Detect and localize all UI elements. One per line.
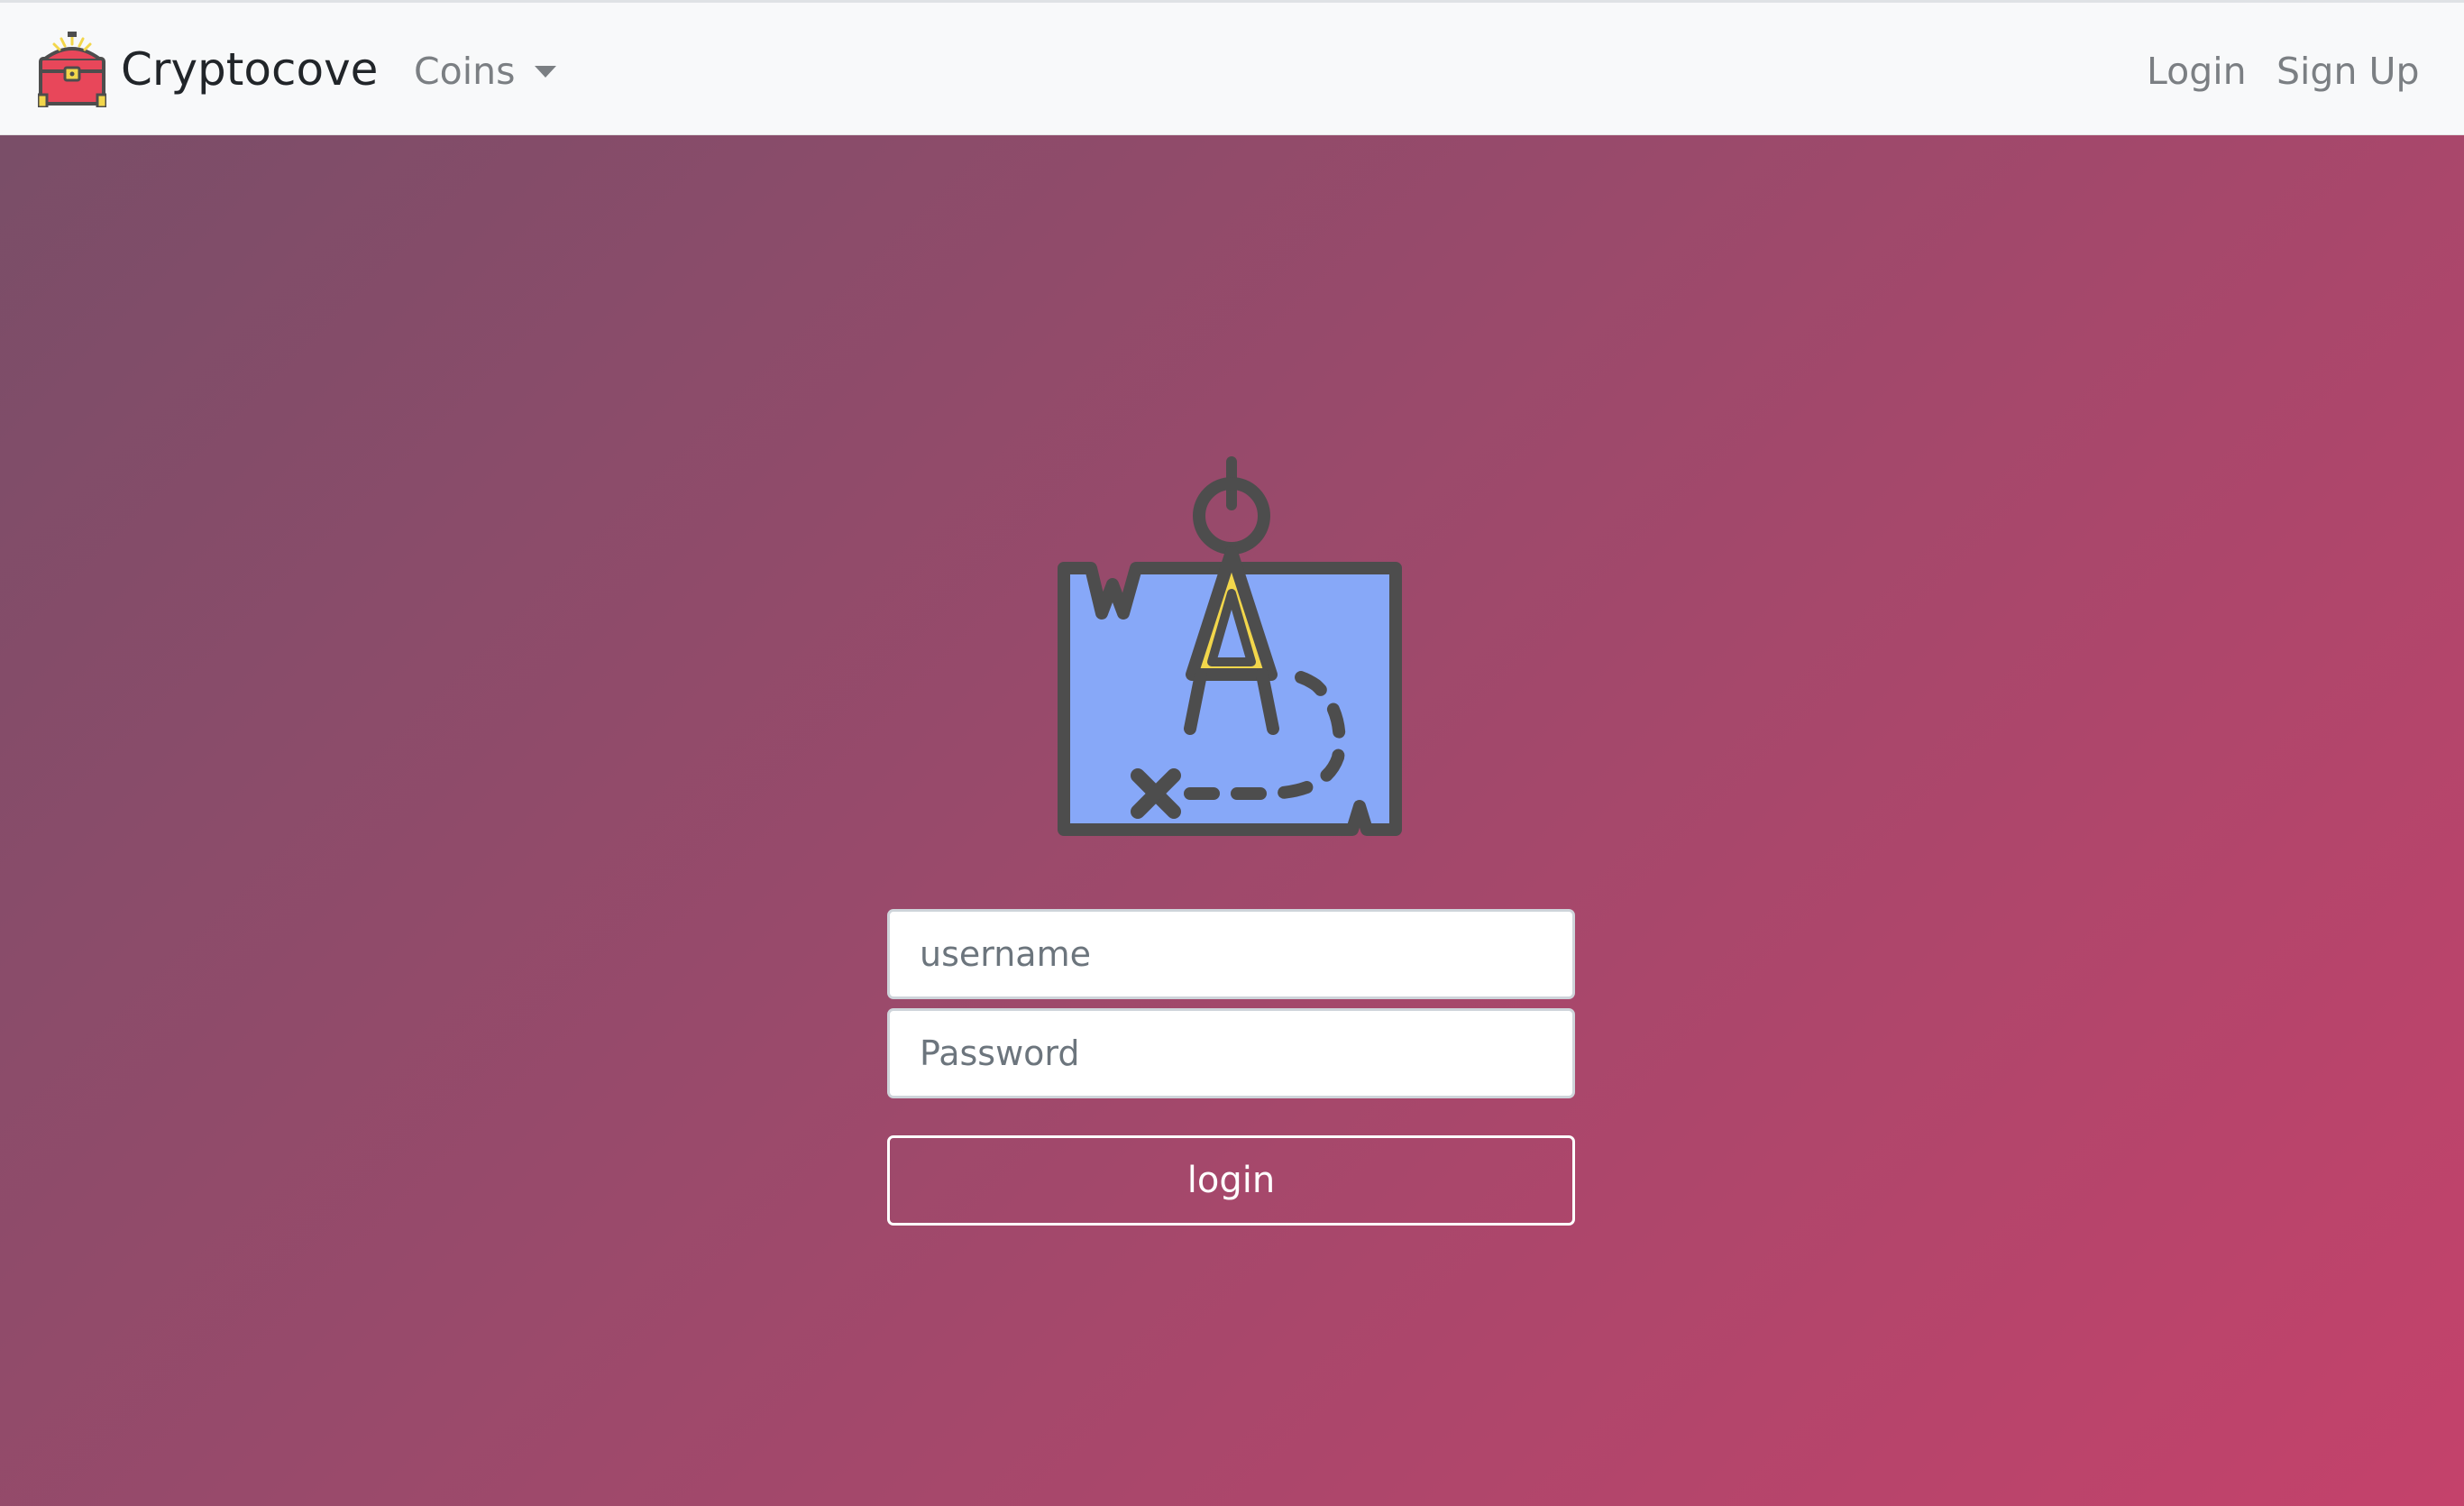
signup-nav-link[interactable]: Sign Up <box>2276 46 2420 96</box>
login-form: login <box>887 909 1575 1226</box>
password-input[interactable] <box>887 1008 1575 1098</box>
top-navbar: Cryptocove Coins Login Sign Up <box>0 0 2464 135</box>
brand-name: Cryptocove <box>121 43 379 96</box>
login-button[interactable]: login <box>887 1135 1575 1226</box>
username-input[interactable] <box>887 909 1575 999</box>
brand-link[interactable]: Cryptocove <box>38 32 378 107</box>
treasure-map-compass-icon <box>1055 451 1408 840</box>
signup-nav-label: Sign Up <box>2276 49 2420 93</box>
login-nav-link[interactable]: Login <box>2147 46 2247 96</box>
coins-dropdown-toggle[interactable]: Coins <box>414 46 557 96</box>
login-nav-label: Login <box>2147 49 2247 93</box>
coins-dropdown-label: Coins <box>414 49 516 93</box>
caret-down-icon <box>535 65 557 78</box>
treasure-chest-icon <box>38 32 106 107</box>
